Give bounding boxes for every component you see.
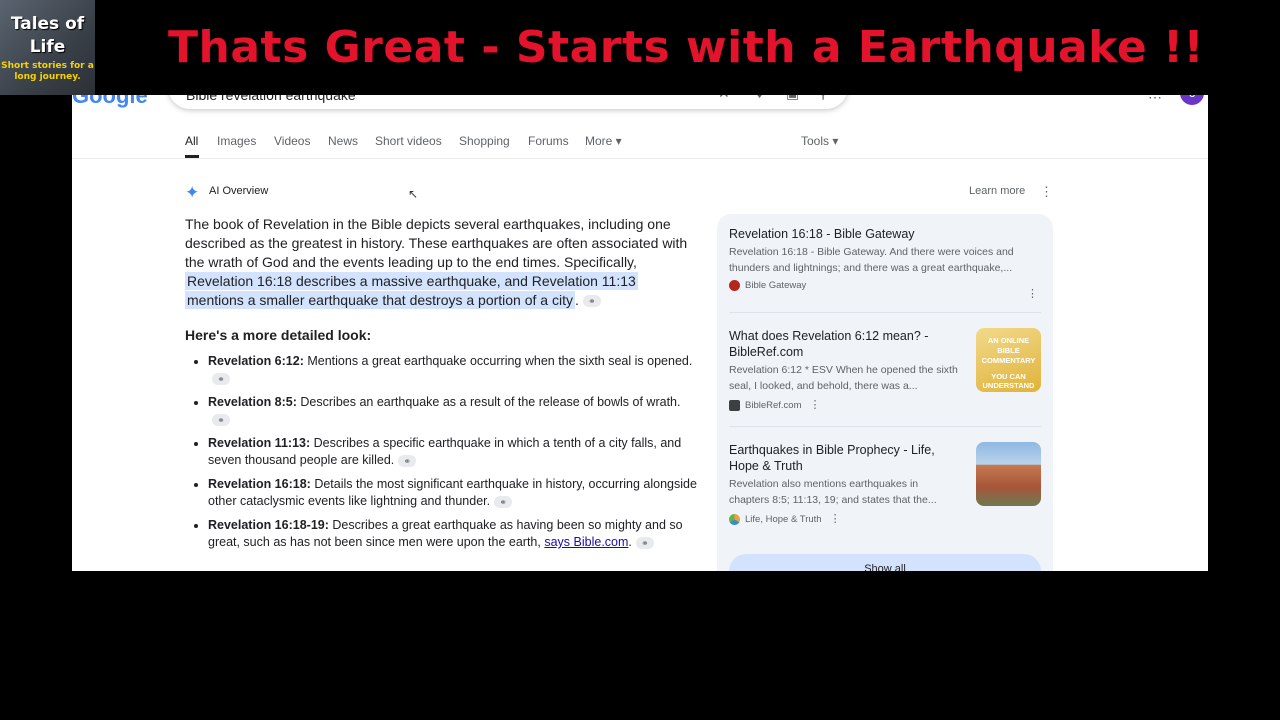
building-thumbnail[interactable] [976, 442, 1041, 506]
channel-logo: Tales of Life Short stories for a long j… [0, 0, 95, 95]
citation-link-icon[interactable]: ⚭ [494, 495, 513, 508]
bullet-ref: Revelation 16:18: [208, 477, 311, 491]
bullet-ref: Revelation 11:13: [208, 436, 311, 450]
image-search-icon[interactable]: ▣ [786, 95, 799, 102]
source-title[interactable]: Earthquakes in Bible Prophecy - Life, Ho… [729, 442, 959, 474]
bullet-ref: Revelation 6:12: [208, 354, 304, 368]
source-more-icon[interactable]: ⋮ [810, 399, 821, 411]
life-hope-truth-favicon-icon [729, 513, 740, 525]
source-card[interactable]: Revelation 16:18 - Bible Gateway Revelat… [729, 226, 1041, 291]
tabs-divider [72, 158, 1208, 159]
source-title[interactable]: Revelation 16:18 - Bible Gateway [729, 226, 1041, 242]
clear-icon[interactable]: ✕ [718, 95, 730, 102]
source-more-icon[interactable]: ⋮ [830, 513, 841, 525]
search-icon[interactable]: ⚲ [818, 95, 828, 102]
ai-sparkle-icon: ✦ [185, 183, 200, 202]
show-all-label: Show all [864, 563, 906, 571]
citation-link-icon[interactable]: ⚭ [635, 536, 654, 549]
source-link[interactable]: says Bible.com [544, 535, 628, 549]
tab-short-videos[interactable]: Short videos [375, 134, 442, 148]
source-site-name: Bible Gateway [745, 280, 807, 292]
list-item: Revelation 8:5: Describes an earthquake … [208, 394, 700, 428]
ai-overview-more-icon[interactable]: ⋮ [1040, 184, 1053, 200]
citation-link-icon[interactable]: ⚭ [212, 413, 230, 426]
bullet-ref: Revelation 16:18-19: [208, 518, 329, 532]
intro-text: The book of Revelation in the Bible depi… [185, 216, 688, 270]
source-site-name: Life, Hope & Truth [745, 514, 822, 525]
commentary-thumbnail[interactable]: AN ONLINE BIBLE COMMENTARY YOU CAN UNDER… [976, 328, 1041, 392]
tab-forums[interactable]: Forums [528, 134, 569, 148]
source-snippet: Revelation also mentions earthquakes in … [729, 478, 937, 506]
bible-gateway-favicon-icon [729, 280, 740, 291]
channel-logo-subtitle: Short stories for a long journey. [1, 61, 94, 82]
show-all-button[interactable]: Show all [729, 554, 1041, 571]
citation-link-icon[interactable]: ⚭ [212, 372, 230, 385]
bullet-text: Describes an earthquake as a result of t… [300, 395, 681, 409]
voice-search-icon[interactable]: ♦ [756, 95, 763, 101]
source-site-name: BibleRef.com [745, 400, 802, 411]
search-input[interactable]: Bible revelation earthquake [186, 95, 356, 103]
detail-heading: Here's a more detailed look: [185, 327, 372, 343]
bullet-ref: Revelation 8:5: [208, 395, 297, 409]
video-headline: Thats Great - Starts with a Earthquake !… [168, 22, 1205, 73]
source-more-icon[interactable]: ⋮ [1027, 287, 1038, 300]
tab-videos[interactable]: Videos [274, 134, 310, 148]
thumbnail-text: YOU CAN UNDERSTAND [982, 372, 1035, 390]
list-item: Revelation 16:18: Details the most signi… [208, 476, 700, 510]
bullet-text: Mentions a great earthquake occurring wh… [307, 354, 693, 368]
browser-viewport: Google Bible revelation earthquake ✕ ♦ ▣… [72, 95, 1208, 571]
search-bar[interactable]: Bible revelation earthquake ✕ ♦ ▣ ⚲ [168, 95, 848, 109]
learn-more-link[interactable]: Learn more [969, 185, 1025, 197]
tab-shopping[interactable]: Shopping [459, 134, 510, 148]
detail-list: Revelation 6:12: Mentions a great earthq… [192, 353, 700, 558]
source-divider [729, 312, 1041, 313]
google-logo[interactable]: Google [72, 95, 148, 109]
avatar[interactable]: c [1180, 95, 1204, 105]
list-item: Revelation 16:18-19: Describes a great e… [208, 517, 700, 551]
tab-more[interactable]: More ▾ [585, 134, 622, 148]
list-item: Revelation 6:12: Mentions a great earthq… [208, 353, 700, 387]
source-site: Bible Gateway [729, 280, 1041, 291]
apps-grid-icon[interactable]: ⋯ [1148, 95, 1163, 106]
ai-overview-title: AI Overview [209, 185, 269, 197]
citation-link-icon[interactable]: ⚭ [582, 295, 601, 308]
source-card[interactable]: Earthquakes in Bible Prophecy - Life, Ho… [729, 442, 959, 525]
source-title[interactable]: What does Revelation 6:12 mean? - BibleR… [729, 328, 959, 360]
source-site: Life, Hope & Truth ⋮ [729, 512, 959, 525]
mouse-cursor-icon: ↖ [408, 187, 419, 201]
tools-button[interactable]: Tools ▾ [801, 134, 838, 148]
intro-highlight: Revelation 16:18 describes a massive ear… [185, 272, 638, 309]
bibleref-favicon-icon [729, 399, 740, 411]
citation-link-icon[interactable]: ⚭ [398, 454, 417, 467]
source-card[interactable]: What does Revelation 6:12 mean? - BibleR… [729, 328, 959, 411]
ai-overview-intro: The book of Revelation in the Bible depi… [185, 216, 688, 309]
source-divider [729, 426, 1041, 427]
source-site: BibleRef.com ⋮ [729, 398, 959, 411]
sources-panel: Revelation 16:18 - Bible Gateway Revelat… [717, 214, 1053, 571]
channel-logo-title: Tales of Life [10, 14, 85, 57]
tab-images[interactable]: Images [217, 134, 256, 148]
thumbnail-text: AN ONLINE BIBLE COMMENTARY [981, 336, 1036, 365]
tab-all[interactable]: All [185, 134, 198, 148]
source-snippet: Revelation 16:18 - Bible Gateway. And th… [729, 246, 1014, 274]
list-item: Revelation 11:13: Describes a specific e… [208, 435, 700, 469]
tab-news[interactable]: News [328, 134, 358, 148]
source-snippet: Revelation 6:12 * ESV When he opened the… [729, 364, 958, 392]
